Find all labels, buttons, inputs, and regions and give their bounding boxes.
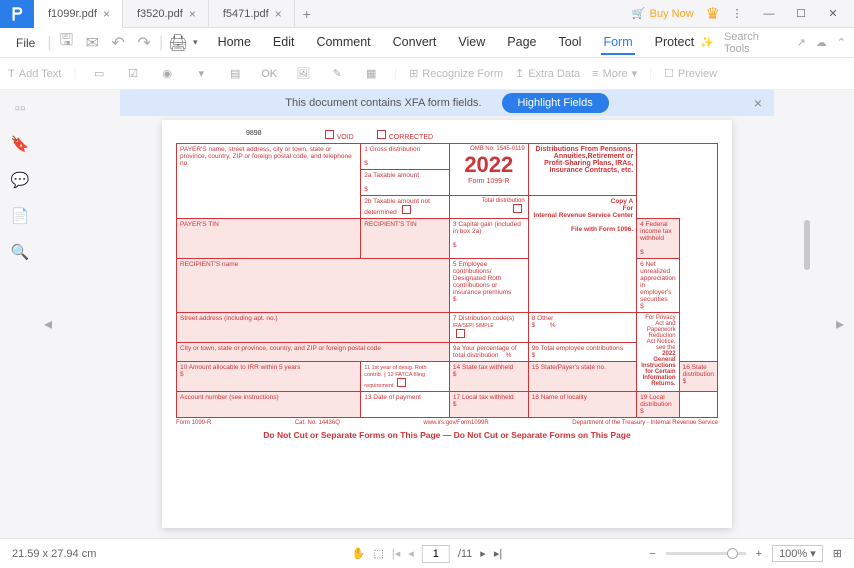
thumbnails-icon[interactable]: ▫▫ — [15, 100, 26, 117]
file-menu[interactable]: File — [8, 36, 43, 50]
chevron-up-icon[interactable]: ⌃ — [837, 36, 846, 49]
close-icon[interactable]: × — [754, 95, 762, 111]
tab-f5471[interactable]: f5471.pdf× — [209, 0, 295, 28]
prev-page-button[interactable]: ◂ — [408, 547, 414, 560]
wand-icon[interactable]: ✨ — [700, 36, 714, 49]
hand-tool-icon[interactable]: ✋ — [352, 547, 366, 560]
sign-icon[interactable]: ✎ — [326, 63, 348, 85]
cloud-icon[interactable]: ☁ — [816, 36, 827, 49]
select-tool-icon[interactable]: ⬚ — [373, 547, 383, 560]
add-tab-button[interactable]: + — [295, 0, 319, 28]
list-icon[interactable]: ▤ — [224, 63, 246, 85]
button-icon[interactable]: OK — [258, 63, 280, 85]
zoom-level[interactable]: 100% ▾ — [772, 545, 823, 562]
field-icon[interactable]: ▭ — [88, 63, 110, 85]
extra-data-button[interactable]: ↥ Extra Data — [515, 67, 580, 80]
comment-icon[interactable]: 💬 — [11, 171, 30, 189]
last-page-button[interactable]: ▸| — [494, 547, 502, 560]
tab-f3520[interactable]: f3520.pdf× — [123, 0, 209, 28]
tab-tool[interactable]: Tool — [557, 31, 584, 55]
app-icon — [0, 0, 34, 28]
checkbox-icon[interactable]: ☑ — [122, 63, 144, 85]
first-page-button[interactable]: |◂ — [392, 547, 400, 560]
page-dimensions: 21.59 x 27.94 cm — [12, 548, 96, 560]
pdf-page: 9898VOIDCORRECTED PAYER'S name, street a… — [162, 120, 732, 528]
zoom-in-button[interactable]: + — [756, 548, 762, 560]
tab-bar: f1099r.pdf× f3520.pdf× f5471.pdf× + — [34, 0, 632, 28]
maximize-button[interactable]: ☐ — [786, 0, 816, 28]
more-button[interactable]: ≡ More ▾ — [592, 67, 637, 80]
close-icon[interactable]: × — [103, 7, 110, 21]
scrollbar-thumb[interactable] — [804, 220, 810, 270]
tab-form[interactable]: Form — [601, 31, 634, 55]
tab-protect[interactable]: Protect — [653, 31, 697, 55]
tab-f1099r[interactable]: f1099r.pdf× — [34, 0, 123, 28]
tab-page[interactable]: Page — [505, 31, 538, 55]
minimize-button[interactable]: — — [754, 0, 784, 28]
close-icon[interactable]: × — [189, 7, 196, 21]
undo-icon[interactable]: ↶ — [107, 32, 129, 54]
radio-icon[interactable]: ◉ — [156, 63, 178, 85]
crown-icon[interactable]: ♛ — [706, 4, 720, 24]
bookmark-icon[interactable]: 🔖 — [11, 135, 30, 153]
next-page-arrow[interactable]: ▸ — [836, 314, 850, 334]
image-icon[interactable]: 🖼 — [292, 63, 314, 85]
xfa-message: This document contains XFA form fields. — [285, 97, 481, 109]
mail-icon[interactable]: ✉ — [81, 32, 103, 54]
page-total: /11 — [458, 548, 472, 560]
redo-icon[interactable]: ↷ — [133, 32, 155, 54]
tab-edit[interactable]: Edit — [271, 31, 297, 55]
dropdown-icon[interactable]: ▾ — [190, 63, 212, 85]
attachment-icon[interactable]: 📄 — [11, 207, 30, 225]
tab-view[interactable]: View — [456, 31, 487, 55]
search-tools-input[interactable]: Search Tools — [724, 31, 787, 55]
date-icon[interactable]: ▦ — [360, 63, 382, 85]
close-icon[interactable]: × — [275, 7, 282, 21]
tab-home[interactable]: Home — [216, 31, 253, 55]
zoom-out-button[interactable]: − — [649, 548, 655, 560]
share-icon[interactable]: ↗ — [797, 36, 806, 49]
search-icon[interactable]: 🔍 — [11, 243, 30, 261]
add-text-button[interactable]: T Add Text — [8, 68, 61, 80]
kebab-icon[interactable]: ⋮ — [722, 0, 752, 28]
recognize-form-button[interactable]: ⊞ Recognize Form — [409, 67, 503, 80]
page-number-input[interactable] — [422, 545, 450, 563]
print-icon[interactable]: 🖨 — [167, 32, 189, 54]
highlight-fields-button[interactable]: Highlight Fields — [502, 93, 609, 113]
close-button[interactable]: ✕ — [818, 0, 848, 28]
next-page-button[interactable]: ▸ — [480, 547, 486, 560]
fit-page-icon[interactable]: ⊞ — [833, 547, 842, 560]
save-icon[interactable]: 🖫 — [56, 32, 78, 54]
tab-comment[interactable]: Comment — [314, 31, 372, 55]
buy-now-link[interactable]: 🛒 Buy Now — [632, 7, 694, 20]
sidebar: ▫▫ 🔖 💬 📄 🔍 — [0, 90, 40, 538]
preview-button[interactable]: ☐ Preview — [664, 67, 717, 80]
tab-convert[interactable]: Convert — [391, 31, 439, 55]
prev-page-arrow[interactable]: ◂ — [44, 314, 58, 334]
zoom-slider[interactable] — [666, 552, 746, 555]
